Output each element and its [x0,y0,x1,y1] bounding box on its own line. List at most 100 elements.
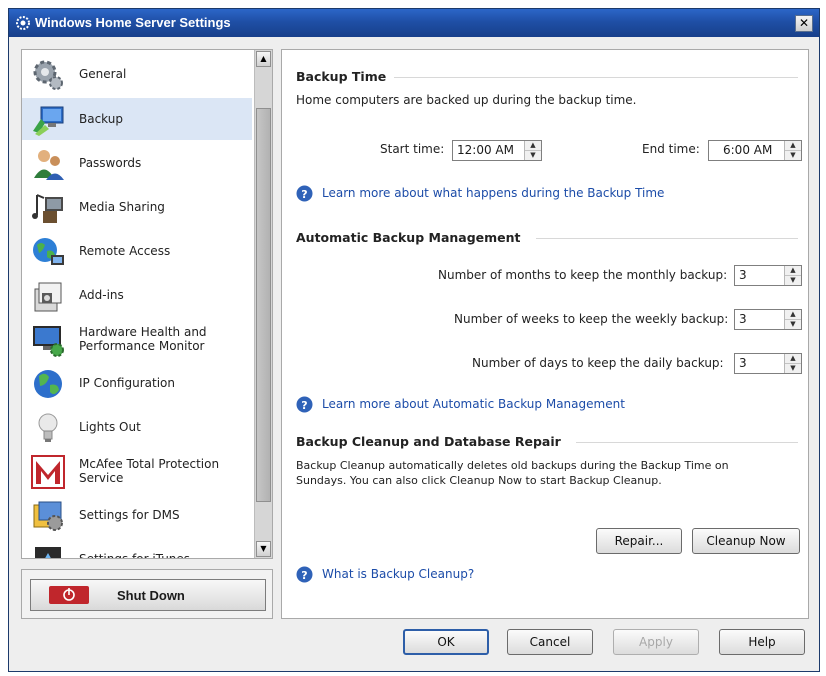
svg-text:?: ? [301,399,307,412]
monthly-up-button[interactable]: ▲ [785,266,801,276]
weekly-backup-stepper[interactable]: 3 ▲ ▼ [734,309,802,330]
sidebar-item-label: Settings for iTunes [79,552,191,559]
end-time-label: End time: [642,142,700,156]
sidebar-item-mcafee[interactable]: McAfee Total Protection Service [22,450,252,492]
start-time-up-button[interactable]: ▲ [525,141,541,151]
monitor-icon [33,326,64,357]
ok-button[interactable]: OK [403,629,489,655]
mcafee-icon [31,455,65,489]
help-button[interactable]: Help [719,629,805,655]
network-icon [34,370,62,398]
sidebar-item-remote-access[interactable]: Remote Access [22,230,252,272]
monthly-backup-stepper[interactable]: 3 ▲ ▼ [734,265,802,286]
svg-text:?: ? [301,569,307,582]
svg-text:?: ? [301,188,307,201]
dms-icon [33,501,63,531]
sidebar-item-settings-itunes[interactable]: Settings for iTunes [22,538,252,559]
sidebar-item-general[interactable]: General [22,53,252,95]
sidebar-item-label: McAfee Total Protection Service [79,457,220,485]
globe-icon [33,238,64,265]
monthly-backup-spinner: ▲ ▼ [784,266,801,285]
section-title-backup-cleanup: Backup Cleanup and Database Repair [296,434,561,449]
sidebar-item-label: General [79,67,127,81]
weekly-up-button[interactable]: ▲ [785,310,801,320]
scroll-up-button[interactable]: ▲ [256,51,271,67]
end-time-up-button[interactable]: ▲ [785,141,801,151]
sidebar-item-passwords[interactable]: Passwords [22,142,252,184]
section-title-automatic-backup: Automatic Backup Management [296,230,521,245]
weekly-backup-spinner: ▲ ▼ [784,310,801,329]
settings-sidebar: General Backup Passwords Media Sharing R… [21,49,273,559]
itunes-icon [35,547,61,558]
start-time-value: 12:00 AM [457,143,514,157]
weekly-down-button[interactable]: ▼ [785,320,801,329]
sidebar-item-ip-configuration[interactable]: IP Configuration [22,362,252,404]
sidebar-item-label: Media Sharing [79,200,165,214]
help-icon[interactable]: ? [296,185,313,202]
backup-settings-panel: Backup Time Home computers are backed up… [281,49,809,619]
scroll-down-button[interactable]: ▼ [256,541,271,557]
addins-icon [34,282,62,312]
apply-button[interactable]: Apply [613,629,699,655]
backup-time-description: Home computers are backed up during the … [296,93,637,107]
start-time-picker[interactable]: 12:00 AM ▲ ▼ [452,140,542,161]
section-divider [576,442,798,443]
section-divider [394,77,798,78]
sidebar-item-lights-out[interactable]: Lights Out [22,406,252,448]
weekly-backup-value: 3 [739,312,747,326]
sidebar-item-label: Backup [79,112,123,126]
monthly-down-button[interactable]: ▼ [785,276,801,285]
scroll-thumb[interactable] [256,108,271,502]
start-time-label: Start time: [380,142,445,156]
sidebar-item-add-ins[interactable]: Add-ins [22,274,252,316]
backup-icon [33,106,64,136]
daily-backup-value: 3 [739,356,747,370]
start-time-down-button[interactable]: ▼ [525,151,541,160]
title-bar[interactable]: Windows Home Server Settings ✕ [9,9,819,37]
daily-backup-label: Number of days to keep the daily backup: [472,356,724,370]
help-icon[interactable]: ? [296,396,313,413]
end-time-down-button[interactable]: ▼ [785,151,801,160]
end-time-spinner: ▲ ▼ [784,141,801,160]
sidebar-item-settings-dms[interactable]: Settings for DMS [22,494,252,536]
end-time-picker[interactable]: 6:00 AM ▲ ▼ [708,140,802,161]
window-title: Windows Home Server Settings [35,15,231,30]
users-icon [34,150,64,180]
help-icon[interactable]: ? [296,566,313,583]
daily-backup-spinner: ▲ ▼ [784,354,801,373]
shutdown-button[interactable]: Shut Down [30,579,266,611]
cancel-button[interactable]: Cancel [507,629,593,655]
backup-cleanup-help-link[interactable]: What is Backup Cleanup? [322,567,474,581]
daily-up-button[interactable]: ▲ [785,354,801,364]
shutdown-label: Shut Down [117,588,185,603]
daily-backup-stepper[interactable]: 3 ▲ ▼ [734,353,802,374]
end-time-value: 6:00 AM [723,143,773,157]
backup-cleanup-description: Backup Cleanup automatically deletes old… [296,459,729,487]
section-title-backup-time: Backup Time [296,69,387,84]
gear-icon [33,60,63,90]
close-button[interactable]: ✕ [795,15,813,32]
sidebar-item-label: Settings for DMS [79,508,180,522]
section-divider [536,238,798,239]
cleanup-now-button[interactable]: Cleanup Now [692,528,800,554]
sidebar-item-backup[interactable]: Backup [22,98,252,140]
backup-time-help-link[interactable]: Learn more about what happens during the… [322,186,664,200]
sidebar-item-label: IP Configuration [79,376,175,390]
power-icon [49,586,89,604]
sidebar-scrollbar[interactable]: ▲ ▼ [254,50,272,558]
daily-down-button[interactable]: ▼ [785,364,801,373]
automatic-backup-help-link[interactable]: Learn more about Automatic Backup Manage… [322,397,625,411]
shutdown-panel: Shut Down [21,569,273,619]
sidebar-item-label: Passwords [79,156,142,170]
sidebar-item-label: Hardware Health and Performance Monitor [79,325,207,353]
settings-window: Windows Home Server Settings ✕ General B… [8,8,820,672]
monthly-backup-label: Number of months to keep the monthly bac… [438,268,728,282]
sidebar-item-label: Remote Access [79,244,171,258]
sidebar-item-label: Add-ins [79,288,124,302]
sidebar-item-media-sharing[interactable]: Media Sharing [22,186,252,228]
sidebar-item-hardware-health[interactable]: Hardware Health and Performance Monitor [22,318,252,360]
weekly-backup-label: Number of weeks to keep the weekly backu… [454,312,729,326]
lightbulb-icon [38,413,58,442]
repair-button[interactable]: Repair... [596,528,682,554]
monthly-backup-value: 3 [739,268,747,282]
